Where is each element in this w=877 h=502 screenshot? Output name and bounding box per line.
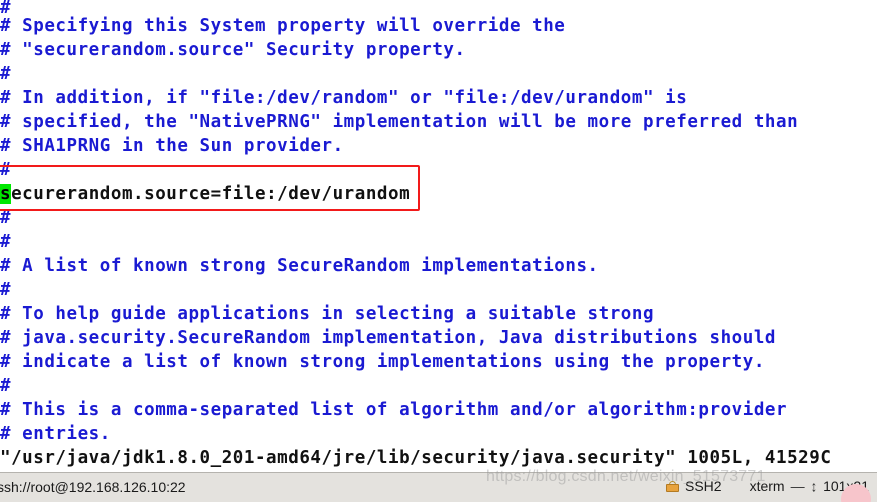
terminal-line: # entries. bbox=[0, 424, 111, 444]
active-config-line[interactable]: securerandom.source=file:/dev/urandom bbox=[0, 182, 410, 206]
dash-separator-icon: — bbox=[790, 478, 805, 494]
status-connection-label: ssh://root@192.168.126.10:22 bbox=[0, 479, 186, 495]
active-config-line-text: ecurerandom.source=file:/dev/urandom bbox=[11, 184, 411, 204]
vim-file-status-line: "/usr/java/jdk1.8.0_201-amd64/jre/lib/se… bbox=[0, 448, 832, 468]
status-terminal-type-label: xterm bbox=[749, 478, 785, 494]
status-bar: ssh://root@192.168.126.10:22 SSH2 xterm … bbox=[0, 472, 877, 502]
terminal-cursor: s bbox=[0, 184, 12, 204]
status-dimensions-label: 101x21 bbox=[823, 478, 869, 494]
terminal-line: # "securerandom.source" Security propert… bbox=[0, 40, 466, 60]
terminal-line: # bbox=[0, 376, 12, 396]
status-protocol-label: SSH2 bbox=[684, 478, 722, 494]
terminal-line: # bbox=[0, 64, 12, 84]
terminal-line: # bbox=[0, 232, 12, 252]
terminal-line: # Specifying this System property will o… bbox=[0, 16, 566, 36]
terminal-window: # # Specifying this System property will … bbox=[0, 0, 877, 502]
terminal-line: # bbox=[0, 280, 12, 300]
terminal-line: # java.security.SecureRandom implementat… bbox=[0, 328, 777, 348]
terminal-line: # bbox=[0, 208, 12, 228]
terminal-line: # In addition, if "file:/dev/random" or … bbox=[0, 88, 688, 108]
lock-icon bbox=[665, 480, 679, 492]
terminal-line: # bbox=[0, 160, 12, 180]
terminal-line: # specified, the "NativePRNG" implementa… bbox=[0, 112, 799, 132]
resize-arrows-icon: ↕ bbox=[810, 477, 818, 495]
terminal-line: # indicate a list of known strong implem… bbox=[0, 352, 765, 372]
terminal-line: # SHA1PRNG in the Sun provider. bbox=[0, 136, 344, 156]
terminal-line: # A list of known strong SecureRandom im… bbox=[0, 256, 599, 276]
terminal-line: # This is a comma-separated list of algo… bbox=[0, 400, 788, 420]
status-right-group: SSH2 xterm — ↕ 101x21 bbox=[665, 477, 869, 495]
terminal-text-area[interactable]: # # Specifying this System property will … bbox=[0, 0, 877, 470]
terminal-line: # To help guide applications in selectin… bbox=[0, 304, 655, 324]
